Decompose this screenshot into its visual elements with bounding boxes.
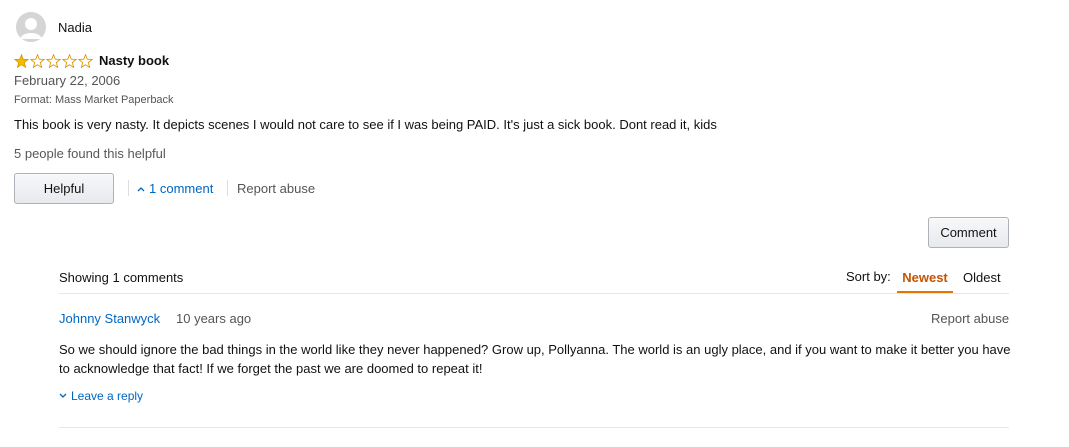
comments-divider <box>59 293 1009 294</box>
comment-author[interactable]: Johnny Stanwyck <box>59 311 160 326</box>
reviewer-name[interactable]: Nadia <box>58 20 92 35</box>
review-title[interactable]: Nasty book <box>99 53 169 68</box>
helpful-count: 5 people found this helpful <box>14 146 166 161</box>
helpful-button[interactable]: Helpful <box>14 173 114 204</box>
leave-reply-label: Leave a reply <box>71 389 144 403</box>
star-icon-empty <box>78 54 93 68</box>
review-body: This book is very nasty. It depicts scen… <box>14 117 717 132</box>
comments-toggle[interactable]: 1 comment <box>137 181 213 196</box>
action-divider <box>128 180 129 196</box>
star-icon-empty <box>30 54 45 68</box>
review-format: Format: Mass Market Paperback <box>14 94 174 106</box>
report-abuse-link[interactable]: Report abuse <box>237 181 315 196</box>
sort-oldest-tab[interactable]: Oldest <box>963 270 1001 285</box>
comments-toggle-label: 1 comment <box>149 181 214 196</box>
comments-count: Showing 1 comments <box>59 270 184 285</box>
chevron-down-icon <box>59 393 67 398</box>
comment-text: So we should ignore the bad things in th… <box>59 342 1011 376</box>
star-rating <box>14 54 94 68</box>
star-icon-filled <box>14 54 29 68</box>
sort-label: Sort by: <box>846 269 891 284</box>
comment-bottom-divider <box>59 427 1009 428</box>
review-date: February 22, 2006 <box>14 73 121 88</box>
star-icon-empty <box>46 54 61 68</box>
avatar-icon <box>16 12 46 42</box>
comment-report-abuse-link[interactable]: Report abuse <box>931 311 1009 326</box>
sort-newest-tab[interactable]: Newest <box>897 270 953 285</box>
star-icon-empty <box>62 54 77 68</box>
comment-time: 10 years ago <box>176 311 252 326</box>
leave-reply-link[interactable]: Leave a reply <box>59 389 143 403</box>
chevron-up-icon <box>137 186 145 191</box>
comment-button[interactable]: Comment <box>928 217 1009 248</box>
action-divider <box>227 180 228 196</box>
avatar <box>16 12 46 42</box>
